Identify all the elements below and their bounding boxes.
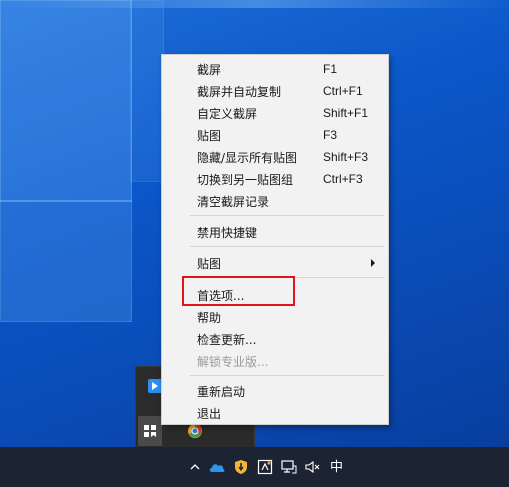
menu-item-shortcut: F1	[323, 62, 338, 76]
desktop-light-pane	[0, 200, 132, 322]
menu-item-shortcut: Shift+F3	[323, 150, 369, 164]
menu-item-disable-hotkeys[interactable]: 禁用快捷键	[163, 221, 387, 243]
snipaste-overflow-icon[interactable]	[138, 416, 162, 446]
menu-item-shortcut: F3	[323, 128, 338, 142]
desktop-light-pane	[130, 0, 164, 182]
menu-item-shortcut: Shift+F1	[323, 106, 369, 120]
menu-item-label: 切换到另一贴图组	[197, 172, 294, 187]
desktop-light-beam	[0, 0, 509, 8]
snipaste-tray-icon[interactable]	[255, 457, 275, 477]
menu-item-label: 隐藏/显示所有贴图	[197, 150, 298, 165]
menu-item-label: 禁用快捷键	[197, 225, 258, 240]
menu-separator	[190, 246, 384, 247]
menu-item-custom-screenshot[interactable]: 自定义截屏 Shift+F1	[163, 102, 387, 124]
ime-indicator[interactable]: 中	[330, 456, 343, 475]
volume-muted-icon[interactable]	[303, 457, 323, 477]
menu-item-label: 截屏	[197, 62, 222, 77]
menu-item-label: 贴图	[197, 256, 222, 271]
menu-item-paste[interactable]: 贴图 F3	[163, 124, 387, 146]
menu-item-label: 清空截屏记录	[197, 194, 270, 209]
menu-item-restart[interactable]: 重新启动	[163, 380, 387, 402]
desktop-light-pane	[0, 0, 132, 202]
menu-item-paste-submenu[interactable]: 贴图	[163, 252, 387, 274]
menu-item-exit[interactable]: 退出	[163, 402, 387, 424]
menu-item-help[interactable]: 帮助	[163, 306, 387, 328]
snipaste-context-menu: 截屏 F1 截屏并自动复制 Ctrl+F1 自定义截屏 Shift+F1 贴图 …	[161, 54, 389, 425]
menu-item-label: 帮助	[197, 310, 222, 325]
menu-item-label: 重新启动	[197, 384, 246, 399]
network-icon[interactable]	[279, 457, 299, 477]
menu-item-shortcut: Ctrl+F1	[323, 84, 363, 98]
menu-item-check-updates[interactable]: 检查更新...	[163, 328, 387, 350]
menu-item-switch-paste-group[interactable]: 切换到另一贴图组 Ctrl+F3	[163, 168, 387, 190]
menu-item-shortcut: Ctrl+F3	[323, 172, 363, 186]
menu-item-unlock-pro: 解锁专业版...	[163, 350, 387, 372]
onedrive-cloud-icon[interactable]	[207, 457, 227, 477]
preferences-highlight-box	[182, 276, 295, 306]
menu-separator	[190, 215, 384, 216]
taskbar: 中	[0, 447, 509, 487]
menu-item-toggle-all-pastes[interactable]: 隐藏/显示所有贴图 Shift+F3	[163, 146, 387, 168]
menu-item-label: 退出	[197, 406, 222, 421]
chevron-up-icon[interactable]	[185, 457, 205, 477]
security-shield-icon[interactable]	[231, 457, 251, 477]
menu-separator	[190, 375, 384, 376]
submenu-arrow-icon	[371, 259, 375, 267]
menu-item-label: 解锁专业版...	[197, 354, 269, 369]
menu-item-clear-history[interactable]: 清空截屏记录	[163, 190, 387, 212]
menu-item-label: 截屏并自动复制	[197, 84, 282, 99]
menu-item-label: 自定义截屏	[197, 106, 258, 121]
menu-item-screenshot[interactable]: 截屏 F1	[163, 58, 387, 80]
menu-item-screenshot-and-copy[interactable]: 截屏并自动复制 Ctrl+F1	[163, 80, 387, 102]
menu-item-label: 贴图	[197, 128, 222, 143]
menu-item-label: 检查更新...	[197, 332, 257, 347]
